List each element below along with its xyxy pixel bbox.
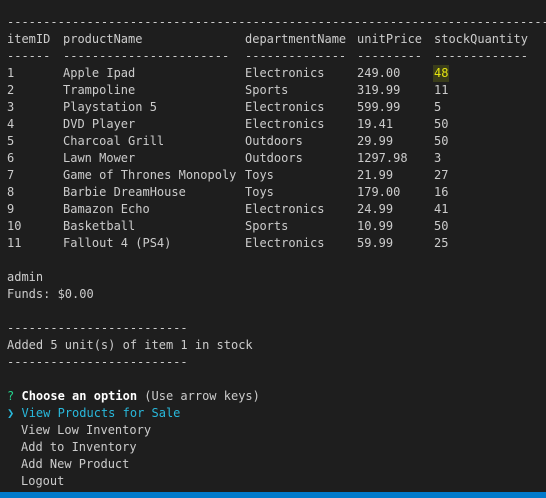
cell-department: Sports [245, 219, 289, 233]
cell-stock-quantity: 50 [434, 134, 449, 148]
cell-stock-quantity: 50 [434, 117, 449, 131]
cell-stock-quantity: 16 [434, 185, 449, 199]
cell-stock-quantity: 50 [434, 219, 449, 233]
table-header: itemID productName departmentName unitPr… [7, 31, 537, 48]
cell-stock-quantity: 11 [434, 83, 449, 97]
cell-item-id: 2 [7, 83, 15, 97]
cell-department: Electronics [245, 236, 325, 250]
cell-department: Sports [245, 83, 289, 97]
cell-unit-price: 24.99 [357, 202, 394, 216]
message-bottom-rule: ------------------------- [7, 355, 188, 369]
cell-product-name: Barbie DreamHouse [63, 185, 186, 199]
table-row: 2 Trampoline Sports 319.99 11 [7, 82, 537, 99]
table-row: 6 Lawn Mower Outdoors 1297.98 3 [7, 150, 537, 167]
cell-department: Electronics [245, 66, 325, 80]
cell-product-name: Basketball [63, 219, 136, 233]
pointer-icon: ❯ [7, 406, 15, 420]
cell-unit-price: 10.99 [357, 219, 394, 233]
terminal-window: ----------------------------------------… [0, 0, 546, 498]
menu-option-view-low-inventory[interactable]: View Low Inventory [21, 422, 151, 439]
cell-department: Toys [245, 185, 274, 199]
header-productname: productName [63, 32, 143, 46]
cell-unit-price: 19.41 [357, 117, 394, 131]
table-row: 9 Bamazon Echo Electronics 24.99 41 [7, 201, 537, 218]
cell-department: Toys [245, 168, 274, 182]
table-row: 11 Fallout 4 (PS4) Electronics 59.99 25 [7, 235, 537, 252]
cell-unit-price: 319.99 [357, 83, 401, 97]
header-itemid: itemID [7, 32, 51, 46]
separator-productname: ----------------------- [63, 49, 230, 63]
cell-item-id: 8 [7, 185, 15, 199]
cell-unit-price: 29.99 [357, 134, 394, 148]
cell-stock-quantity-highlighted: 48 [433, 65, 450, 82]
header-departmentname: departmentName [245, 32, 347, 46]
cell-unit-price: 59.99 [357, 236, 394, 250]
table-row: 4 DVD Player Electronics 19.41 50 [7, 116, 537, 133]
cell-stock-quantity: 25 [434, 236, 449, 250]
cell-product-name: Lawn Mower [63, 151, 136, 165]
cell-department: Electronics [245, 100, 325, 114]
separator-itemid: ------ [7, 49, 51, 63]
separator-stockquantity: ------------- [434, 49, 528, 63]
cell-unit-price: 1297.98 [357, 151, 408, 165]
table-row: 1 Apple Ipad Electronics 249.00 48 [7, 65, 537, 82]
header-unitprice: unitPrice [357, 32, 423, 46]
cell-stock-quantity: 41 [434, 202, 449, 216]
cell-item-id: 6 [7, 151, 15, 165]
cell-product-name: Playstation 5 [63, 100, 157, 114]
user-funds: Funds: $0.00 [7, 287, 94, 301]
cell-unit-price: 249.00 [357, 66, 401, 80]
cell-item-id: 4 [7, 117, 15, 131]
table-row: 7 Game of Thrones Monopoly Toys 21.99 27 [7, 167, 537, 184]
cell-stock-quantity: 5 [434, 100, 442, 114]
cell-product-name: DVD Player [63, 117, 136, 131]
separator-departmentname: -------------- [245, 49, 347, 63]
cell-item-id: 1 [7, 66, 15, 80]
cell-stock-quantity: 3 [434, 151, 442, 165]
cell-product-name: Charcoal Grill [63, 134, 165, 148]
status-message: Added 5 unit(s) of item 1 in stock [7, 338, 253, 352]
status-bar [0, 492, 546, 498]
prompt-hint: (Use arrow keys) [137, 389, 260, 403]
cell-item-id: 7 [7, 168, 15, 182]
cell-item-id: 5 [7, 134, 15, 148]
cell-product-name: Fallout 4 (PS4) [63, 236, 172, 250]
header-stockquantity: stockQuantity [434, 32, 528, 46]
table-row: 8 Barbie DreamHouse Toys 179.00 16 [7, 184, 537, 201]
cell-unit-price: 21.99 [357, 168, 394, 182]
cell-product-name: Apple Ipad [63, 66, 136, 80]
question-mark-icon: ? [7, 389, 15, 403]
table-row: 10 Basketball Sports 10.99 50 [7, 218, 537, 235]
menu-option-add-new-product[interactable]: Add New Product [21, 456, 129, 473]
cell-item-id: 10 [7, 219, 22, 233]
cell-department: Electronics [245, 202, 325, 216]
cell-stock-quantity: 27 [434, 168, 449, 182]
cell-product-name: Trampoline [63, 83, 136, 97]
cell-item-id: 11 [7, 236, 22, 250]
cell-department: Outdoors [245, 134, 303, 148]
table-row: 3 Playstation 5 Electronics 599.99 5 [7, 99, 537, 116]
cell-item-id: 9 [7, 202, 15, 216]
menu-option-view-products[interactable]: ❯ View Products for Sale [7, 405, 180, 422]
cell-item-id: 3 [7, 100, 15, 114]
cell-department: Outdoors [245, 151, 303, 165]
cell-product-name: Bamazon Echo [63, 202, 150, 216]
user-name: admin [7, 270, 44, 284]
menu-option-label: View Products for Sale [21, 406, 181, 420]
table-separator: ------ ----------------------- ---------… [7, 48, 537, 65]
menu-option-logout[interactable]: Logout [21, 473, 64, 490]
menu-option-add-to-inventory[interactable]: Add to Inventory [21, 439, 137, 456]
prompt-question: ? Choose an option (Use arrow keys) [7, 388, 260, 405]
cell-unit-price: 599.99 [357, 100, 401, 114]
table-row: 5 Charcoal Grill Outdoors 29.99 50 [7, 133, 537, 150]
message-top-rule: ------------------------- [7, 321, 188, 335]
cell-department: Electronics [245, 117, 325, 131]
separator-unitprice: --------- [357, 49, 423, 63]
cell-product-name: Game of Thrones Monopoly [63, 168, 237, 182]
prompt-title: Choose an option [21, 389, 138, 403]
cell-unit-price: 179.00 [357, 185, 401, 199]
table-top-rule: ----------------------------------------… [7, 15, 546, 29]
